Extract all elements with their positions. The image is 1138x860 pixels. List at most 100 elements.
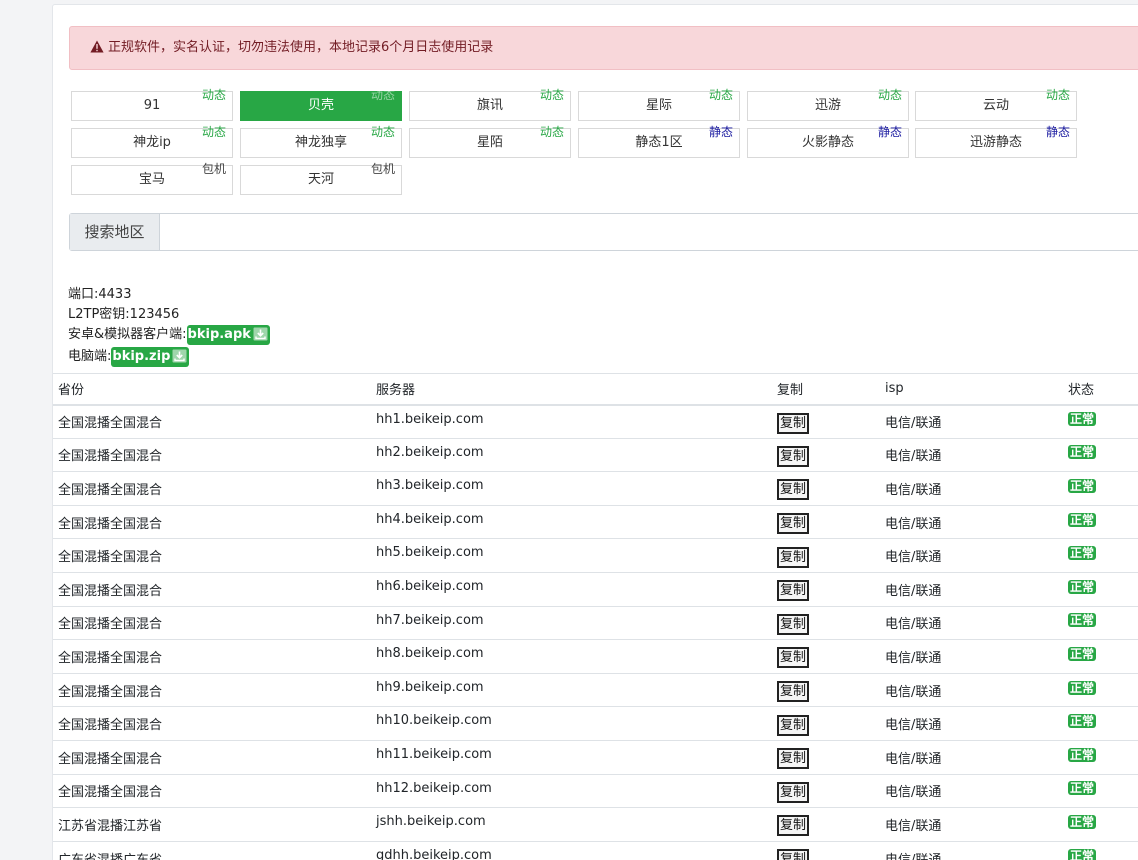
server-cell: hh11.beikeip.com bbox=[371, 740, 772, 775]
copy-cell: 复制 bbox=[772, 740, 880, 775]
copy-cell: 复制 bbox=[772, 404, 880, 439]
copy-button[interactable]: 复制 bbox=[777, 613, 810, 635]
status-cell: 正常 bbox=[1063, 841, 1138, 860]
status-badge: 正常 bbox=[1068, 613, 1097, 628]
line-button[interactable]: 静态1区 静态 bbox=[578, 125, 740, 158]
status-cell: 正常 bbox=[1063, 606, 1138, 641]
line-type-tag: 动态 bbox=[1045, 88, 1070, 102]
line-button[interactable]: 神龙独享 动态 bbox=[240, 125, 402, 158]
isp-cell: 电信/联通 bbox=[880, 438, 1063, 473]
line-button[interactable]: 贝壳 动态 bbox=[240, 88, 402, 121]
android-file-name: bkip.apk bbox=[187, 327, 251, 342]
status-cell: 正常 bbox=[1063, 438, 1138, 473]
copy-button[interactable]: 复制 bbox=[777, 479, 810, 501]
line-button-label: 天河 bbox=[307, 172, 334, 187]
line-button[interactable]: 91 动态 bbox=[71, 88, 233, 121]
server-cell: hh7.beikeip.com bbox=[371, 606, 772, 641]
copy-cell: 复制 bbox=[772, 774, 880, 809]
line-button[interactable]: 旗讯 动态 bbox=[409, 88, 571, 121]
status-badge: 正常 bbox=[1068, 546, 1097, 561]
server-cell: hh12.beikeip.com bbox=[371, 774, 772, 809]
android-download-link[interactable]: bkip.apk bbox=[186, 325, 270, 345]
isp-cell: 电信/联通 bbox=[880, 774, 1063, 809]
status-cell: 正常 bbox=[1063, 740, 1138, 775]
copy-button[interactable]: 复制 bbox=[777, 781, 810, 803]
province-cell: 全国混播全国混合 bbox=[53, 471, 371, 506]
line-button-label: 旗讯 bbox=[476, 98, 503, 113]
header-province: 省份 bbox=[53, 373, 371, 406]
copy-button[interactable]: 复制 bbox=[777, 412, 810, 434]
province-cell: 全国混播全国混合 bbox=[53, 404, 371, 439]
search-input[interactable] bbox=[161, 214, 1138, 250]
status-badge: 正常 bbox=[1068, 848, 1097, 860]
province-cell: 全国混播全国混合 bbox=[53, 706, 371, 741]
isp-cell: 电信/联通 bbox=[880, 740, 1063, 775]
table-row: 全国混播全国混合 hh12.beikeip.com 复制 电信/联通 正常 bbox=[53, 774, 1138, 809]
line-button[interactable]: 星陌 动态 bbox=[409, 125, 571, 158]
copy-button[interactable]: 复制 bbox=[777, 546, 810, 568]
download-icon bbox=[172, 349, 187, 363]
status-cell: 正常 bbox=[1063, 673, 1138, 708]
table-row: 全国混播全国混合 hh10.beikeip.com 复制 电信/联通 正常 bbox=[53, 706, 1138, 741]
line-button-label: 迅游 bbox=[814, 98, 841, 113]
pc-download-link[interactable]: bkip.zip bbox=[111, 347, 190, 367]
province-cell: 广东省混播广东省 bbox=[53, 841, 371, 860]
isp-cell: 电信/联通 bbox=[880, 572, 1063, 607]
line-button-label: 云动 bbox=[982, 98, 1009, 113]
copy-button[interactable]: 复制 bbox=[777, 748, 810, 770]
isp-cell: 电信/联通 bbox=[880, 606, 1063, 641]
province-cell: 全国混播全国混合 bbox=[53, 774, 371, 809]
line-button[interactable]: 云动 动态 bbox=[915, 88, 1077, 121]
line-button[interactable]: 宝马 包机 bbox=[71, 162, 233, 195]
table-row: 全国混播全国混合 hh11.beikeip.com 复制 电信/联通 正常 bbox=[53, 740, 1138, 775]
copy-button[interactable]: 复制 bbox=[777, 681, 810, 703]
isp-cell: 电信/联通 bbox=[880, 505, 1063, 540]
download-icon bbox=[253, 327, 268, 341]
line-button[interactable]: 迅游 动态 bbox=[747, 88, 909, 121]
line-type-tag: 动态 bbox=[201, 88, 226, 102]
isp-cell: 电信/联通 bbox=[880, 471, 1063, 506]
pc-file-name: bkip.zip bbox=[112, 349, 171, 364]
isp-cell: 电信/联通 bbox=[880, 706, 1063, 741]
line-button-label: 91 bbox=[143, 98, 161, 113]
line-button[interactable]: 火影静态 静态 bbox=[747, 125, 909, 158]
copy-button[interactable]: 复制 bbox=[777, 714, 810, 736]
line-button[interactable]: 迅游静态 静态 bbox=[915, 125, 1077, 158]
copy-button[interactable]: 复制 bbox=[777, 647, 810, 669]
province-cell: 全国混播全国混合 bbox=[53, 639, 371, 674]
table-row: 全国混播全国混合 hh8.beikeip.com 复制 电信/联通 正常 bbox=[53, 639, 1138, 674]
header-isp: isp bbox=[880, 373, 1063, 406]
copy-cell: 复制 bbox=[772, 438, 880, 473]
line-button[interactable]: 神龙ip 动态 bbox=[71, 125, 233, 158]
server-cell: hh8.beikeip.com bbox=[371, 639, 772, 674]
province-cell: 全国混播全国混合 bbox=[53, 740, 371, 775]
line-button[interactable]: 天河 包机 bbox=[240, 162, 402, 195]
copy-button[interactable]: 复制 bbox=[777, 815, 810, 837]
server-cell: gdhh.beikeip.com bbox=[371, 841, 772, 860]
line-type-tag: 动态 bbox=[201, 125, 226, 139]
server-cell: hh6.beikeip.com bbox=[371, 572, 772, 607]
server-cell: hh3.beikeip.com bbox=[371, 471, 772, 506]
copy-button[interactable]: 复制 bbox=[777, 580, 810, 602]
province-cell: 全国混播全国混合 bbox=[53, 606, 371, 641]
header-copy: 复制 bbox=[772, 373, 880, 406]
copy-button[interactable]: 复制 bbox=[777, 513, 810, 535]
copy-button[interactable]: 复制 bbox=[777, 445, 810, 467]
table-row: 全国混播全国混合 hh6.beikeip.com 复制 电信/联通 正常 bbox=[53, 572, 1138, 607]
line-button-label: 星陌 bbox=[476, 135, 503, 150]
copy-cell: 复制 bbox=[772, 505, 880, 540]
copy-cell: 复制 bbox=[772, 706, 880, 741]
isp-cell: 电信/联通 bbox=[880, 538, 1063, 573]
table-row: 全国混播全国混合 hh3.beikeip.com 复制 电信/联通 正常 bbox=[53, 471, 1138, 506]
status-cell: 正常 bbox=[1063, 774, 1138, 809]
status-cell: 正常 bbox=[1063, 706, 1138, 741]
province-cell: 全国混播全国混合 bbox=[53, 673, 371, 708]
copy-cell: 复制 bbox=[772, 841, 880, 860]
line-button-label: 星际 bbox=[645, 98, 672, 113]
copy-button[interactable]: 复制 bbox=[777, 849, 810, 860]
copy-cell: 复制 bbox=[772, 572, 880, 607]
line-button[interactable]: 星际 动态 bbox=[578, 88, 740, 121]
header-status: 状态 bbox=[1063, 373, 1138, 406]
server-cell: hh5.beikeip.com bbox=[371, 538, 772, 573]
isp-cell: 电信/联通 bbox=[880, 404, 1063, 439]
